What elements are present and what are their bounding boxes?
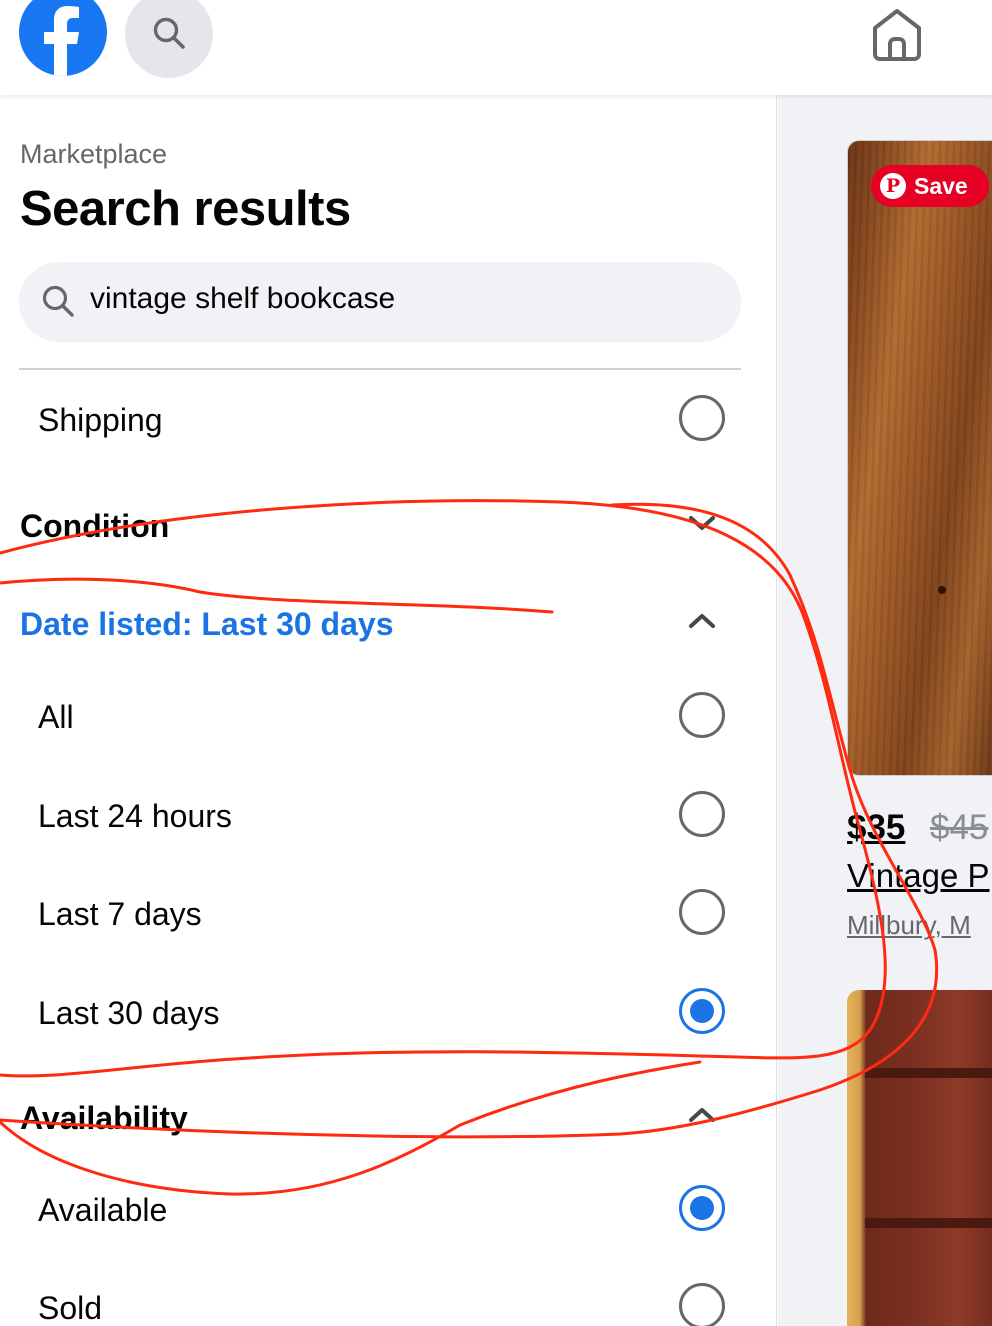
chevron-up-icon <box>689 1108 715 1122</box>
section-date-listed[interactable]: Date listed: Last 30 days <box>0 598 777 658</box>
home-button[interactable] <box>866 6 928 64</box>
date-option-radio[interactable] <box>679 889 725 935</box>
section-availability-label: Availability <box>20 1100 188 1136</box>
section-condition-label: Condition <box>20 508 170 544</box>
search-icon <box>42 285 74 317</box>
filters-sidebar: Marketplace Search results vintage shelf… <box>0 95 777 1326</box>
listing-image[interactable] <box>847 990 992 1326</box>
listing-price[interactable]: $35 <box>847 808 905 848</box>
shelf-board <box>865 1068 992 1078</box>
listings-area: P Save $35 $45 Vintage P Millbury, M <box>778 95 992 1326</box>
section-date-listed-label: Date listed: Last 30 days <box>20 606 394 642</box>
search-query-text: vintage shelf bookcase <box>90 282 396 315</box>
divider <box>19 368 741 370</box>
search-icon <box>153 17 185 49</box>
listing-original-price: $45 <box>930 808 989 847</box>
chevron-up-icon <box>689 614 715 628</box>
date-option-last-24-hours[interactable]: Last 24 hours <box>0 790 777 850</box>
app-window: Marketplace Search results vintage shelf… <box>0 0 992 1326</box>
listing-location[interactable]: Millbury, M <box>847 910 971 941</box>
date-option-radio[interactable] <box>679 692 725 738</box>
filter-shipping[interactable]: Shipping <box>0 394 777 454</box>
section-condition[interactable]: Condition <box>0 500 777 560</box>
date-option-label: Last 30 days <box>38 995 220 1031</box>
availability-option-label: Available <box>38 1192 168 1228</box>
listing-title[interactable]: Vintage P <box>847 857 990 895</box>
wood-texture <box>848 141 992 775</box>
save-label: Save <box>914 173 968 199</box>
date-option-label: All <box>38 699 74 735</box>
availability-option-available[interactable]: Available <box>0 1184 777 1244</box>
pinterest-icon: P <box>880 173 906 199</box>
home-icon <box>873 9 921 61</box>
availability-option-radio[interactable] <box>679 1283 725 1326</box>
breadcrumb[interactable]: Marketplace <box>20 139 167 170</box>
date-option-radio-selected[interactable] <box>679 988 725 1034</box>
facebook-logo-icon[interactable] <box>19 0 107 76</box>
wood-knot <box>938 586 946 594</box>
filter-shipping-label: Shipping <box>38 402 163 438</box>
date-option-last-7-days[interactable]: Last 7 days <box>0 888 777 948</box>
search-input[interactable]: vintage shelf bookcase <box>19 262 741 342</box>
chevron-down-icon <box>689 516 715 530</box>
shelf-board <box>865 1218 992 1228</box>
shipping-radio[interactable] <box>679 395 725 441</box>
date-option-label: Last 24 hours <box>38 798 232 834</box>
date-option-radio[interactable] <box>679 791 725 837</box>
page-title: Search results <box>20 182 351 236</box>
date-option-label: Last 7 days <box>38 896 202 932</box>
availability-option-label: Sold <box>38 1290 103 1326</box>
top-navigation-bar <box>0 0 992 95</box>
availability-option-radio-selected[interactable] <box>679 1185 725 1231</box>
section-availability[interactable]: Availability <box>0 1092 777 1152</box>
listing-image[interactable] <box>847 140 992 776</box>
search-button[interactable] <box>125 0 213 78</box>
date-option-last-30-days[interactable]: Last 30 days <box>0 987 777 1047</box>
date-option-all[interactable]: All <box>0 691 777 751</box>
pinterest-save-button[interactable]: P Save <box>871 165 989 207</box>
availability-option-sold[interactable]: Sold <box>0 1282 777 1326</box>
